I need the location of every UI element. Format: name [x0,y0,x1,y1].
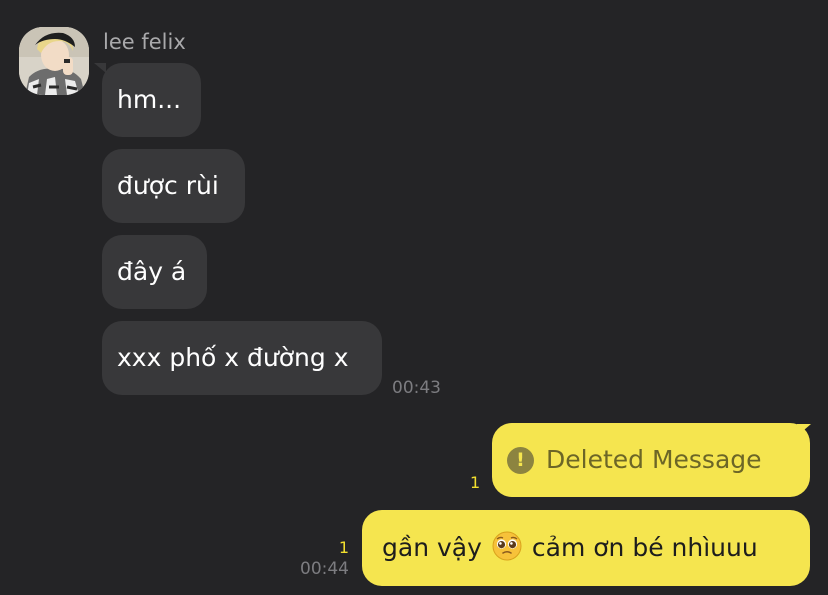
message-text: xxx phố x đường x [117,343,349,372]
deleted-message-bubble[interactable]: ! Deleted Message [492,423,810,497]
incoming-message-bubble[interactable]: đây á [102,235,207,309]
outgoing-bubble-tail [797,424,811,436]
message-text: hm... [117,85,182,114]
message-text-before-emoji: gần vậy [382,533,482,562]
incoming-message-bubble[interactable]: xxx phố x đường x [102,321,382,395]
unread-count: 1 [338,538,349,557]
message-text: được rùi [117,171,219,200]
sender-avatar[interactable] [19,27,89,95]
deleted-message-text: Deleted Message [546,445,762,474]
outgoing-message-meta: 1 [470,473,480,492]
sender-name[interactable]: lee felix [103,29,186,55]
message-text-after-emoji: cảm ơn bé nhìuuu [531,533,758,562]
exclamation-circle-icon: ! [507,446,534,474]
incoming-message-bubble[interactable]: được rùi [102,149,245,223]
unread-count: 1 [470,473,481,492]
outgoing-message-meta: 1 00:44 [293,538,349,579]
message-text: đây á [117,257,187,286]
incoming-message-bubble[interactable]: hm... [102,63,201,137]
incoming-message-meta: 00:43 [392,378,441,398]
pleading-face-emoji-icon [492,531,522,566]
avatar-photo [19,27,89,95]
outgoing-message-bubble[interactable]: gần vậy cảm ơn bé nhìuuu [362,510,810,586]
message-timestamp: 00:43 [392,378,441,398]
message-timestamp: 00:44 [300,559,349,579]
